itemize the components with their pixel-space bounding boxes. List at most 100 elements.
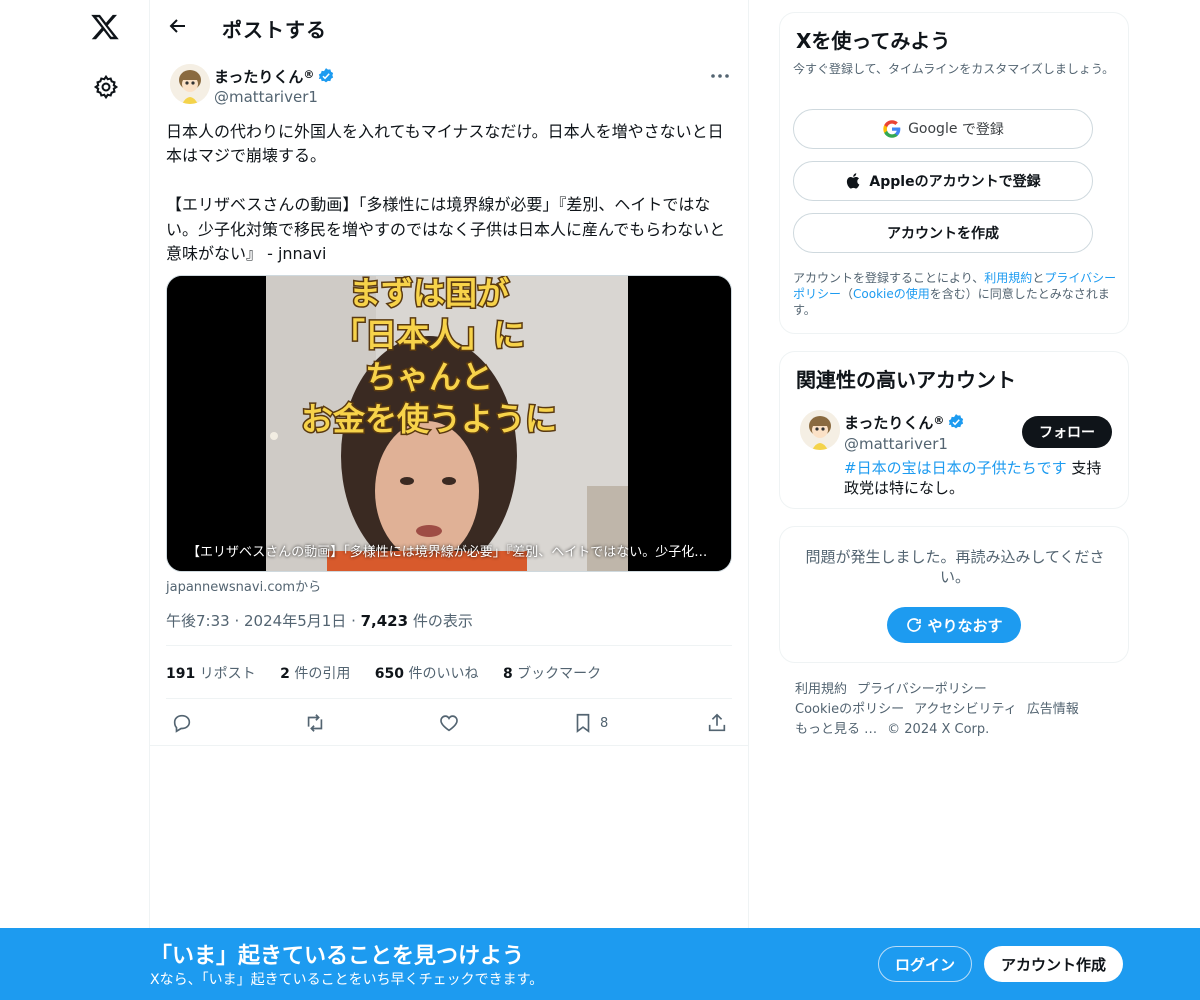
related-name-suffix: ® xyxy=(933,414,945,427)
repost-icon xyxy=(307,714,323,732)
login-button[interactable]: ログイン xyxy=(878,946,972,982)
author-handle[interactable]: @mattariver1 xyxy=(214,88,318,106)
overlay-line-2: 「日本人」に xyxy=(333,316,525,354)
stat-bookmarks[interactable]: 8 ブックマーク xyxy=(503,666,601,682)
legal-paren: （ xyxy=(841,287,854,301)
related-account-handle[interactable]: @mattariver1 xyxy=(844,435,948,453)
stat-count: 8 xyxy=(502,666,513,682)
related-account-bio: #日本の宝は日本の子供たちです 支持政党は特になし。 xyxy=(844,458,1114,498)
related-account-name[interactable]: まったりくん® xyxy=(844,412,965,433)
related-name-text: まったりくん xyxy=(844,414,934,432)
retry-button[interactable]: やりなおす xyxy=(887,607,1021,643)
legal-prefix: アカウントを登録することにより、 xyxy=(793,271,985,285)
refresh-icon xyxy=(907,618,922,632)
google-signup-label: で登録 xyxy=(961,122,1004,138)
create-account-button[interactable]: アカウントを作成 xyxy=(793,213,1093,253)
post-stats: 191 リポスト 2 件の引用 650 件のいいね 8 ブックマーク xyxy=(166,663,621,683)
stat-quotes[interactable]: 2 件の引用 xyxy=(280,666,350,682)
gear-icon[interactable] xyxy=(93,74,119,100)
repost-button[interactable] xyxy=(304,710,326,736)
video-thumbnail: まずは国が 「日本人」に ちゃんと お金を使うように xyxy=(167,276,731,571)
like-button[interactable] xyxy=(438,710,460,736)
share-icon xyxy=(708,713,726,732)
post-meta: 午後7:33 · 2024年5月1日 · 7,423 件の表示 xyxy=(166,610,473,631)
error-message: 問題が発生しました。再読み込みしてください。 xyxy=(805,548,1105,586)
overlay-line-3: ちゃんと xyxy=(365,358,493,396)
footer-links: 利用規約 プライバシーポリシー Cookieのポリシー アクセシビリティ 広告情報 も… xyxy=(795,680,1115,740)
avatar[interactable] xyxy=(800,410,840,450)
signup-title: Xを使ってみよう xyxy=(796,29,951,53)
related-title: 関連性の高いアカウント xyxy=(796,368,1016,392)
page-title: ポストする xyxy=(222,18,327,42)
stat-label: 件の引用 xyxy=(294,666,351,682)
bottom-bar-title: 「いま」起きていることを見つけよう xyxy=(150,944,525,969)
link-card-media[interactable]: まずは国が 「日本人」に ちゃんと お金を使うように 【エリザベスさんの動画】「… xyxy=(166,275,732,572)
stat-label: 件のいいね xyxy=(408,666,479,682)
stat-likes[interactable]: 650 件のいいね xyxy=(375,666,479,682)
apple-signup-label: Appleのアカウントで登録 xyxy=(869,174,1041,190)
divider xyxy=(150,745,748,746)
bottom-bar-subtitle: Xなら、「いま」起きていることをいち早くチェックできます。 xyxy=(150,972,544,988)
bookmark-button[interactable]: 8 xyxy=(572,710,608,736)
card-title: 【エリザベスさんの動画】「多様性には境界線が必要」『差別、ヘイトではない。少子化… xyxy=(187,545,708,560)
stat-count: 2 xyxy=(280,666,290,682)
cookie-link[interactable]: Cookieの使用 xyxy=(853,287,930,301)
overlay-line-4: お金を使うように xyxy=(301,400,557,438)
signup-panel: Xを使ってみよう 今すぐ登録して、タイムラインをカスタマイズしましょう。 Goo… xyxy=(779,12,1129,334)
post-date[interactable]: 2024年5月1日 xyxy=(244,612,346,630)
bookmark-icon xyxy=(576,713,590,733)
stat-reposts[interactable]: 191 リポスト xyxy=(166,666,256,682)
stat-count: 650 xyxy=(374,666,405,682)
meta-separator: · xyxy=(351,612,361,630)
bookmark-count: 8 xyxy=(600,715,609,731)
top-bar: ポストする xyxy=(150,0,748,54)
overlay-line-1: まずは国が xyxy=(349,276,509,312)
avatar[interactable] xyxy=(170,64,210,104)
retry-label: やりなおす xyxy=(927,616,1003,635)
footer-link-ads[interactable]: 広告情報 xyxy=(1027,702,1079,717)
follow-button[interactable]: フォロー xyxy=(1022,416,1112,448)
signup-button[interactable]: アカウント作成 xyxy=(984,946,1123,982)
author-name-text: まったりくん xyxy=(214,68,304,86)
post-time[interactable]: 午後7:33 xyxy=(166,612,230,630)
stat-label: リポスト xyxy=(199,666,256,682)
apple-icon xyxy=(847,173,860,189)
divider xyxy=(166,645,732,646)
post-actions: 8 xyxy=(166,710,732,736)
main-column: ポストする まったりくん® @mattariver1 日本人の代わりに外国人を入… xyxy=(149,0,749,1000)
footer-link-privacy[interactable]: プライバシーポリシー xyxy=(857,682,987,697)
google-brand: Google xyxy=(908,121,958,137)
app-root: ポストする まったりくん® @mattariver1 日本人の代わりに外国人を入… xyxy=(0,0,1200,1000)
arrow-left-icon[interactable] xyxy=(166,14,190,38)
share-button[interactable] xyxy=(706,710,728,736)
views-count: 7,423 xyxy=(360,612,409,630)
terms-link[interactable]: 利用規約 xyxy=(984,271,1032,285)
legal-and: と xyxy=(1032,271,1045,285)
bio-hashtag-link[interactable]: #日本の宝は日本の子供たちです xyxy=(844,459,1067,477)
create-account-label: アカウントを作成 xyxy=(887,226,999,242)
x-logo-icon[interactable] xyxy=(90,12,120,42)
author-name[interactable]: まったりくん® xyxy=(214,66,335,87)
reply-button[interactable] xyxy=(171,710,193,736)
google-signup-button[interactable]: Google で登録 xyxy=(793,109,1093,149)
divider xyxy=(166,698,732,699)
post-author: まったりくん® @mattariver1 xyxy=(166,64,732,108)
apple-signup-button[interactable]: Appleのアカウントで登録 xyxy=(793,161,1093,201)
error-panel: 問題が発生しました。再読み込みしてください。 やりなおす xyxy=(779,526,1129,663)
post-text: 日本人の代わりに外国人を入れてもマイナスなだけ。日本人を増やさないと日本はマジで… xyxy=(166,122,726,264)
footer-link-more[interactable]: もっと見る … xyxy=(795,722,877,737)
footer-link-cookie[interactable]: Cookieのポリシー xyxy=(795,702,904,717)
card-source[interactable]: japannewsnavi.comから xyxy=(166,576,321,595)
more-options-icon[interactable] xyxy=(708,66,732,86)
verified-badge-icon xyxy=(949,414,964,429)
reply-icon xyxy=(173,714,191,733)
author-name-suffix: ® xyxy=(303,68,315,81)
stat-label: ブックマーク xyxy=(517,666,602,682)
verified-badge-icon xyxy=(319,68,334,83)
signup-subtitle: 今すぐ登録して、タイムラインをカスタマイズしましょう。 xyxy=(793,62,1115,76)
bottom-signup-bar: 「いま」起きていることを見つけよう Xなら、「いま」起きていることをいち早くチェ… xyxy=(0,928,1200,1000)
footer-link-accessibility[interactable]: アクセシビリティ xyxy=(914,702,1017,717)
related-accounts-panel: 関連性の高いアカウント まったりくん® @mattariver1 フォロー #日… xyxy=(779,351,1129,509)
footer-link-terms[interactable]: 利用規約 xyxy=(795,682,847,697)
legal-text: アカウントを登録することにより、利用規約とプライバシーポリシー（Cookieの使… xyxy=(793,270,1119,318)
